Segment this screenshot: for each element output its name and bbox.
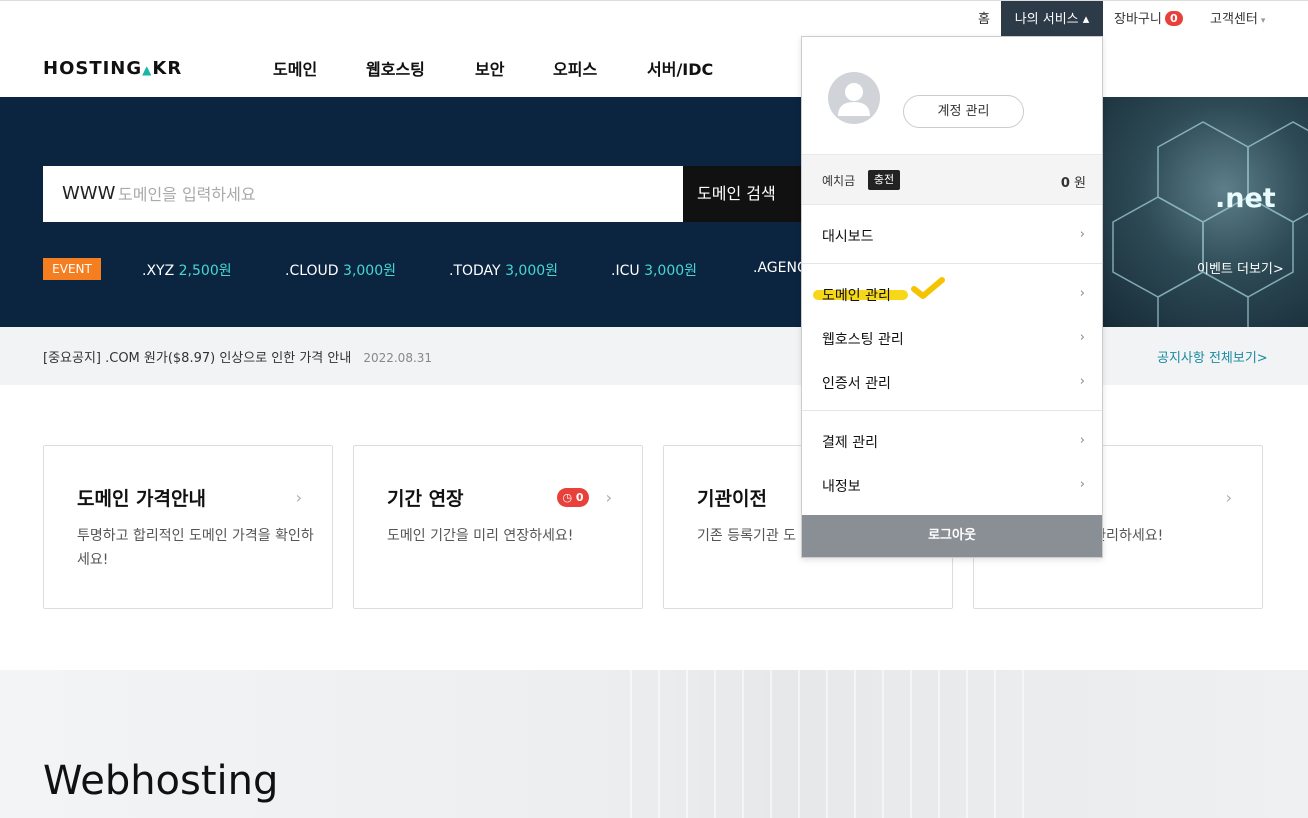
logout-button[interactable]: 로그아웃	[802, 515, 1102, 557]
datacenter-background	[630, 670, 1050, 818]
event-tld-item[interactable]: .TODAY 3,000원	[449, 260, 558, 280]
my-service-dropdown: 계정 관리 예치금 충전 0 원 대시보드 › 도메인 관리 › 웹호스팅 관리…	[801, 36, 1103, 558]
cart-link[interactable]: 장바구니 0	[1114, 1, 1183, 37]
chevron-right-icon: ›	[1079, 227, 1085, 242]
divider	[802, 410, 1102, 411]
card-desc: 투명하고 합리적인 도메인 가격을 확인하세요!	[77, 528, 314, 568]
webhosting-section: Webhosting	[0, 670, 1308, 818]
menu-certificate-manage[interactable]: 인증서 관리	[822, 373, 891, 393]
utility-bar: 홈 나의 서비스 ▴ 장바구니 0 고객센터 ▾	[0, 0, 1308, 37]
www-prefix: WWW	[62, 183, 116, 204]
chevron-down-icon: ▾	[1260, 16, 1266, 26]
chevron-right-icon: ›	[605, 488, 612, 507]
menu-domain-manage[interactable]: 도메인 관리	[822, 285, 891, 305]
account-manage-button[interactable]: 계정 관리	[903, 95, 1024, 128]
nav-server-idc[interactable]: 서버/IDC	[647, 56, 713, 80]
event-tld-item[interactable]: .CLOUD 3,000원	[285, 260, 396, 280]
avatar	[828, 72, 880, 124]
chevron-right-icon: ›	[295, 488, 302, 507]
chevron-right-icon: ›	[1225, 488, 1232, 507]
notice-item[interactable]: [중요공지] .COM 원가($8.97) 인상으로 인한 가격 안내 2022.…	[43, 347, 432, 366]
my-service-menu[interactable]: 나의 서비스 ▴	[1001, 1, 1103, 37]
site-logo[interactable]: HOSTING▲KR	[43, 58, 182, 79]
notice-all-link[interactable]: 공지사항 전체보기>	[1157, 347, 1268, 366]
card-title: 기간 연장	[387, 488, 464, 510]
card-domain-price[interactable]: 도메인 가격안내 › 투명하고 합리적인 도메인 가격을 확인하세요!	[43, 445, 333, 609]
cart-count-badge: 0	[1164, 11, 1183, 26]
menu-dashboard[interactable]: 대시보드	[822, 226, 874, 246]
event-tld-item[interactable]: .AGENC	[753, 260, 807, 276]
home-link[interactable]: 홈	[978, 1, 990, 37]
clock-icon: ◷	[562, 491, 573, 504]
charge-button[interactable]: 충전	[868, 170, 900, 190]
divider	[802, 263, 1102, 264]
domain-search-box: WWW	[43, 166, 683, 222]
chevron-right-icon: ›	[1079, 286, 1085, 301]
support-menu[interactable]: 고객센터 ▾	[1210, 1, 1265, 37]
chevron-right-icon: ›	[1079, 330, 1085, 345]
user-icon	[838, 83, 870, 116]
menu-webhosting-manage[interactable]: 웹호스팅 관리	[822, 329, 904, 349]
support-label: 고객센터	[1210, 12, 1258, 27]
nav-office[interactable]: 오피스	[553, 56, 597, 80]
renewal-count-badge: ◷ 0	[557, 488, 589, 507]
deposit-label: 예치금	[822, 174, 856, 188]
event-more-link[interactable]: 이벤트 더보기>	[1197, 258, 1284, 277]
deposit-amount: 0 원	[1060, 176, 1086, 191]
chevron-right-icon: ›	[1079, 374, 1085, 389]
card-title: 기관이전	[697, 488, 767, 510]
logo-triangle-icon: ▲	[142, 63, 153, 77]
domain-search-input[interactable]	[118, 180, 658, 208]
nav-security[interactable]: 보안	[475, 56, 504, 80]
checkmark-icon	[911, 277, 945, 299]
event-banner-tld: .net	[1215, 183, 1276, 214]
notice-text: [중요공지] .COM 원가($8.97) 인상으로 인한 가격 안내	[43, 351, 352, 366]
cart-label: 장바구니	[1114, 12, 1162, 27]
event-tld-item[interactable]: .ICU 3,000원	[611, 260, 697, 280]
domain-search-button[interactable]: 도메인 검색	[683, 166, 813, 222]
nav-webhosting[interactable]: 웹호스팅	[366, 56, 425, 80]
menu-payment-manage[interactable]: 결제 관리	[822, 432, 878, 452]
nav-domain[interactable]: 도메인	[273, 56, 317, 80]
chevron-right-icon: ›	[1079, 477, 1085, 492]
card-title: 도메인 가격안내	[77, 488, 206, 510]
event-tld-item[interactable]: .XYZ 2,500원	[142, 260, 232, 280]
card-renewal[interactable]: 기간 연장 ◷ 0 › 도메인 기간을 미리 연장하세요!	[353, 445, 643, 609]
event-badge: EVENT	[43, 258, 101, 280]
logo-text-suffix: KR	[152, 58, 183, 79]
section-heading: Webhosting	[43, 758, 279, 804]
card-desc: 도메인 기간을 미리 연장하세요!	[387, 528, 574, 544]
chevron-right-icon: ›	[1079, 433, 1085, 448]
event-banner-image[interactable]	[1098, 97, 1308, 327]
logo-text: HOSTING	[43, 58, 143, 79]
notice-bar: [중요공지] .COM 원가($8.97) 인상으로 인한 가격 안내 2022.…	[0, 327, 1308, 385]
hexagon-pattern-icon	[1112, 121, 1308, 327]
menu-my-info[interactable]: 내정보	[822, 476, 861, 496]
notice-date: 2022.08.31	[363, 351, 433, 365]
deposit-row: 예치금 충전 0 원	[802, 154, 1102, 205]
